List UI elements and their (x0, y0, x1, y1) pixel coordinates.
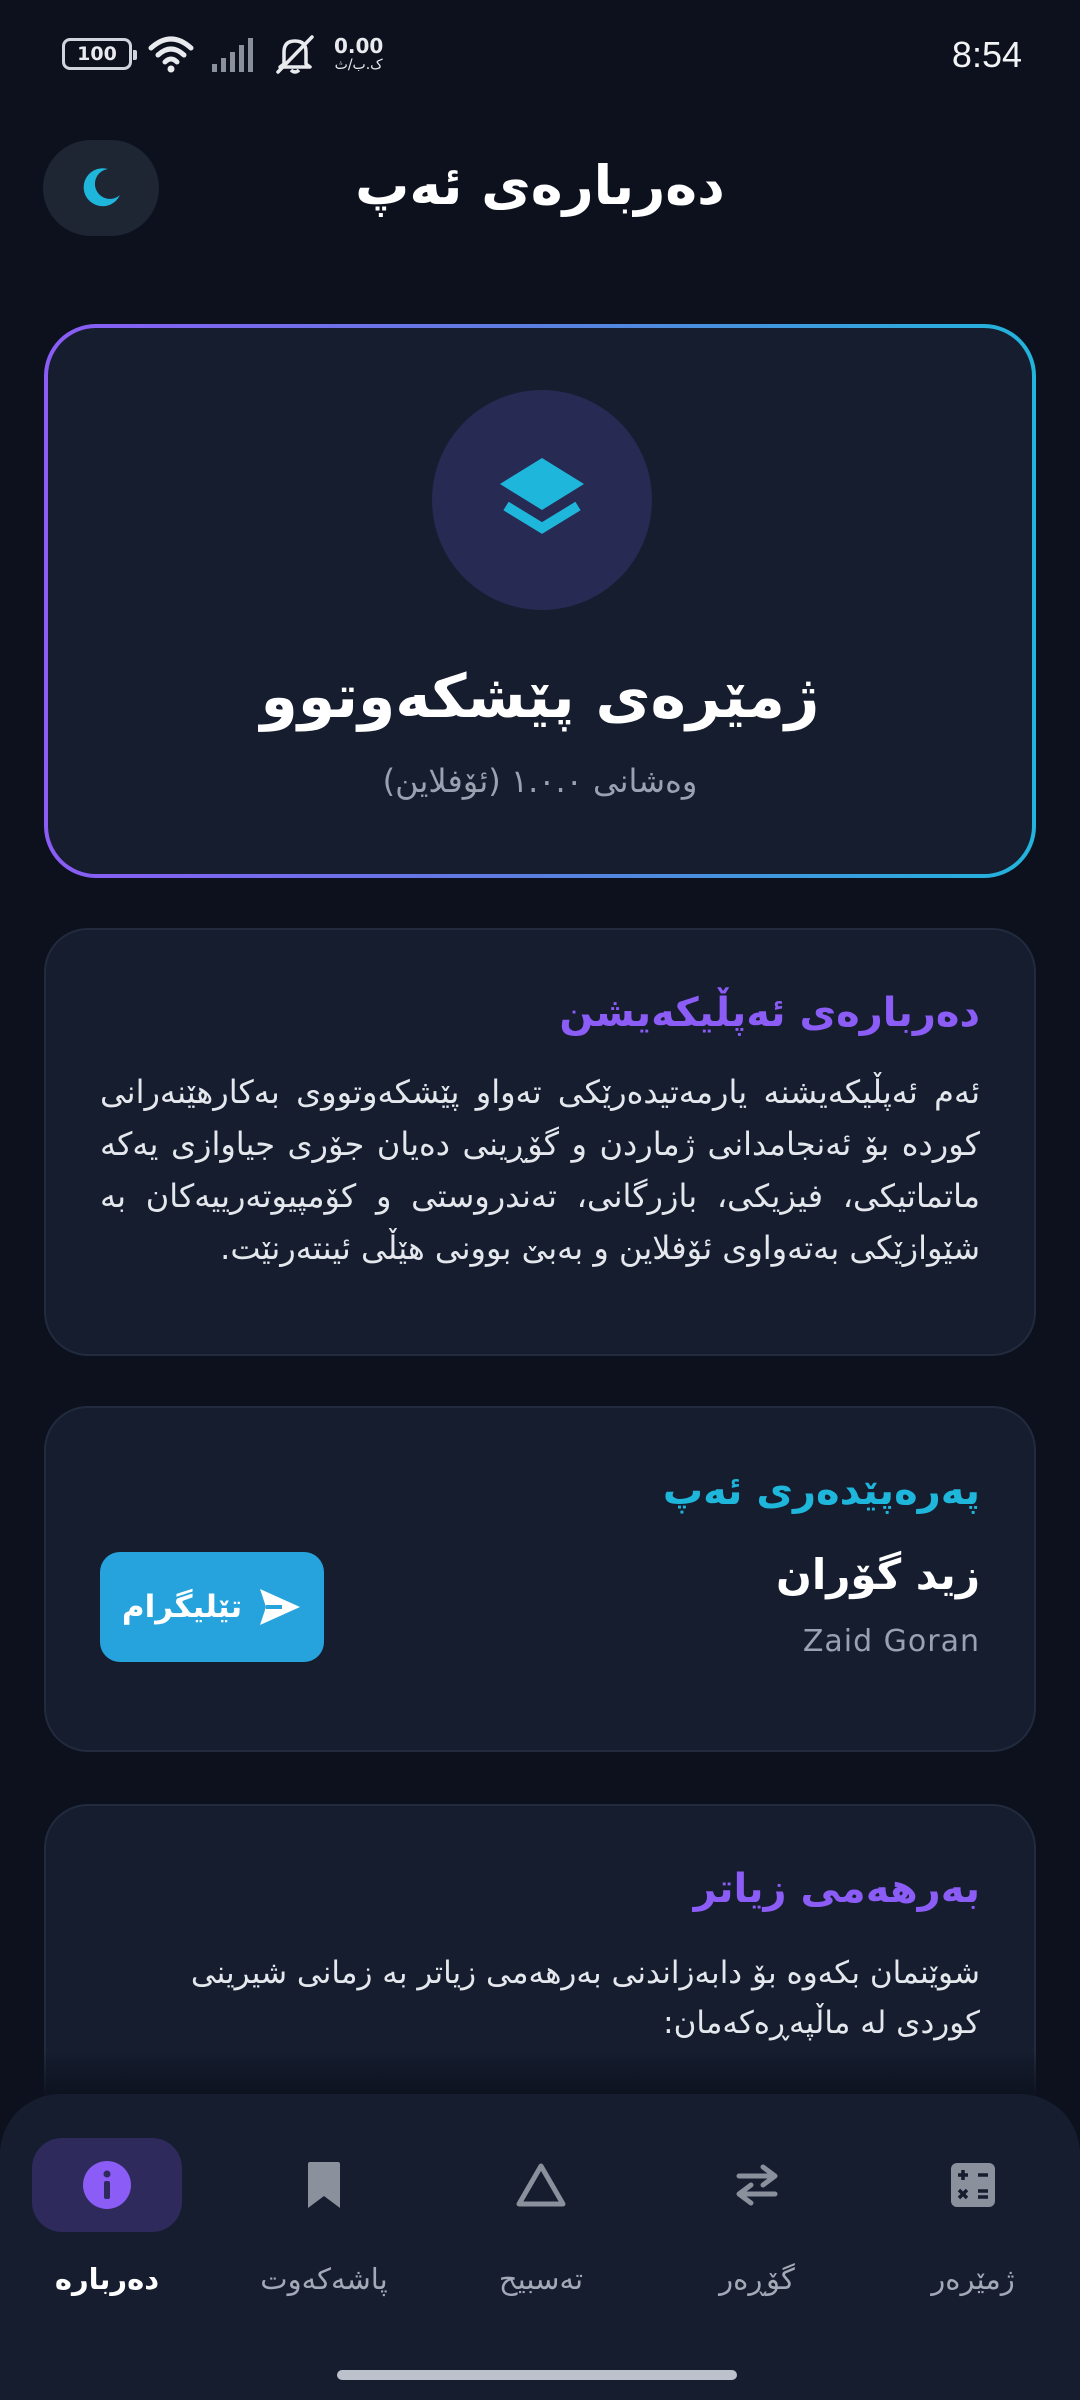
nav-label-calculator: ژمێرەر (931, 2262, 1015, 2296)
header: دەربارەی ئەپ (0, 140, 1080, 260)
about-screen: 100 0.00 ک.ب/ث 8:54 دەربارەی ئەپ ژمێرەی … (0, 0, 1080, 2400)
nav-item-about[interactable]: دەربارە (17, 2138, 197, 2308)
app-logo (432, 390, 652, 610)
telegram-label: تێلیگرام (121, 1589, 243, 1625)
about-heading: دەربارەی ئەپڵیکەیشن (559, 990, 980, 1036)
clock: 8:54 (951, 34, 1022, 75)
status-icons: 100 0.00 ک.ب/ث (62, 34, 383, 74)
telegram-button[interactable]: تێلیگرام (100, 1552, 324, 1662)
developer-name: زید گۆران (775, 1550, 980, 1599)
more-heading: بەرهەمی زیاتر (693, 1866, 980, 1912)
page-title: دەربارەی ئەپ (355, 154, 725, 217)
nav-pill-about (32, 2138, 182, 2232)
info-icon (83, 2161, 131, 2209)
swap-icon (736, 2164, 778, 2206)
nav-label-about: دەربارە (54, 2262, 160, 2296)
home-indicator[interactable] (337, 2370, 737, 2380)
nav-pill-tasbih (466, 2138, 616, 2232)
signal-icon (212, 38, 253, 72)
scroll-fade (0, 2050, 1080, 2100)
nav-pill-calculator (898, 2138, 1048, 2232)
nav-label-tasbih: تەسبیح (498, 2262, 584, 2296)
send-icon (260, 1589, 301, 1625)
nav-item-saved[interactable]: پاشەکەوت (234, 2138, 414, 2308)
nav-item-calculator[interactable]: ژمێرەر (883, 2138, 1063, 2308)
status-bar: 100 0.00 ک.ب/ث 8:54 (0, 0, 1080, 120)
nav-label-saved: پاشەکەوت (260, 2262, 388, 2296)
net-speed-unit: ک.ب/ث (334, 57, 383, 73)
net-speed-value: 0.00 (334, 34, 384, 58)
battery-icon: 100 (62, 38, 137, 70)
developer-name-latin: Zaid Goran (802, 1624, 980, 1659)
bottom-nav: دەربارە پاشەکەوت تەسبیح گۆڕەر ژمێرەر (0, 2094, 1080, 2400)
nav-item-tasbih[interactable]: تەسبیح (451, 2138, 631, 2308)
nav-pill-saved (249, 2138, 399, 2232)
layers-icon (500, 458, 584, 534)
about-card: دەربارەی ئەپڵیکەیشن ئەم ئەپڵیکەیشنە یارم… (44, 928, 1036, 1356)
mute-bell-icon (276, 35, 314, 74)
triangle-icon (516, 2163, 566, 2207)
net-speed: 0.00 ک.ب/ث (334, 36, 383, 72)
calculator-icon (951, 2163, 995, 2207)
about-text: ئەم ئەپڵیکەیشنە یارمەتیدەرێکی تەواو پێشک… (100, 1073, 980, 1267)
nav-item-converter[interactable]: گۆڕەر (667, 2138, 847, 2308)
app-version: وەشانی ١.٠.٠ (ئۆفلاین) (382, 762, 698, 800)
developer-heading: پەرەپێدەری ئەپ (662, 1468, 980, 1514)
battery-level: 100 (77, 43, 117, 65)
developer-card: پەرەپێدەری ئەپ زید گۆران Zaid Goran تێلی… (44, 1406, 1036, 1752)
app-name: ژمێرەی پێشکەوتوو (260, 662, 820, 732)
app-info-card: ژمێرەی پێشکەوتوو وەشانی ١.٠.٠ (ئۆفلاین) (44, 324, 1036, 878)
nav-label-converter: گۆڕەر (719, 2262, 795, 2296)
wifi-icon (148, 36, 194, 73)
more-text: شوێنمان بکەوە بۆ دابەزاندنی بەرهەمی زیات… (190, 1955, 980, 2041)
developer-row: زید گۆران Zaid Goran تێلیگرام (100, 1550, 980, 1680)
nav-pill-converter (682, 2138, 832, 2232)
bookmark-icon (308, 2162, 340, 2208)
